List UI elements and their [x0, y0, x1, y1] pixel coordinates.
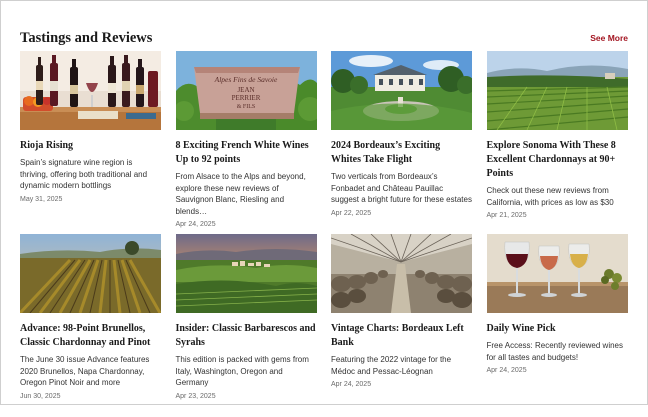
- article-title[interactable]: Daily Wine Pick: [487, 322, 628, 336]
- article-description: Spain’s signature wine region is thrivin…: [20, 158, 148, 191]
- article-title[interactable]: Insider: Classic Barbarescos and Syrahs: [176, 322, 317, 350]
- article-date: Apr 23, 2025: [175, 392, 216, 400]
- article-description: Two verticals from Bordeaux’s Fonbadet a…: [331, 172, 472, 205]
- winery-sign-image[interactable]: Alpes Fins de Savoie JEAN PERRIER & FILS: [175, 51, 317, 130]
- article-date: May 31, 2025: [20, 195, 63, 203]
- article-card[interactable]: Vintage Charts: Bordeaux Left Bank Featu…: [331, 234, 472, 417]
- article-title[interactable]: Explore Sonoma With These 8 Excellent Ch…: [487, 139, 628, 181]
- see-more-link[interactable]: See More: [590, 33, 628, 43]
- wine-bottles-table-image[interactable]: [20, 51, 161, 130]
- vineyard-sunset-image[interactable]: [20, 234, 161, 313]
- chateau-garden-image[interactable]: [331, 51, 472, 130]
- sign-text: & FILS: [236, 104, 255, 110]
- article-title[interactable]: Vintage Charts: Bordeaux Left Bank: [331, 322, 472, 350]
- barrel-cellar-image[interactable]: [331, 234, 472, 313]
- article-card[interactable]: Explore Sonoma With These 8 Excellent Ch…: [486, 51, 628, 234]
- article-card[interactable]: 2024 Bordeaux’s Exciting Whites Take Fli…: [331, 51, 472, 234]
- article-date: Apr 22, 2025: [331, 209, 372, 217]
- vineyard-hills-image[interactable]: [486, 51, 628, 130]
- article-description: Check out these new reviews from Califor…: [486, 186, 614, 207]
- article-date: Apr 24, 2025: [175, 221, 216, 229]
- wine-glasses-image[interactable]: [486, 234, 628, 313]
- sign-text: Alpes Fins de Savoie: [213, 75, 277, 84]
- article-description: The June 30 issue Advance features 2020 …: [20, 355, 150, 388]
- article-title[interactable]: 8 Exciting French White Wines Up to 92 p…: [176, 139, 317, 167]
- article-description: Featuring the 2022 vintage for the Médoc…: [331, 355, 452, 376]
- sign-text: PERRIER: [231, 94, 260, 102]
- article-description: This edition is packed with gems from It…: [175, 355, 309, 388]
- article-description: Free Access: Recently reviewed wines for…: [486, 341, 624, 362]
- article-description: From Alsace to the Alps and beyond, expl…: [175, 172, 306, 216]
- sign-text: JEAN: [237, 86, 254, 94]
- section-title: Tastings and Reviews: [20, 29, 153, 46]
- article-card[interactable]: Alpes Fins de Savoie JEAN PERRIER & FILS…: [175, 51, 317, 234]
- village-vineyards-image[interactable]: [175, 234, 317, 313]
- article-title[interactable]: 2024 Bordeaux’s Exciting Whites Take Fli…: [331, 139, 472, 167]
- article-date: Apr 24, 2025: [486, 367, 527, 375]
- article-card[interactable]: Insider: Classic Barbarescos and Syrahs …: [175, 234, 317, 417]
- article-card[interactable]: Advance: 98-Point Brunellos, Classic Cha…: [20, 234, 161, 417]
- article-date: Apr 21, 2025: [486, 212, 527, 220]
- article-title[interactable]: Advance: 98-Point Brunellos, Classic Cha…: [20, 322, 161, 350]
- article-grid: Rioja Rising Spain’s signature wine regi…: [20, 51, 628, 417]
- article-card[interactable]: Daily Wine Pick Free Access: Recently re…: [486, 234, 628, 417]
- article-card[interactable]: Rioja Rising Spain’s signature wine regi…: [20, 51, 161, 234]
- section-header: Tastings and Reviews See More: [20, 28, 628, 48]
- article-date: Jun 30, 2025: [20, 392, 61, 400]
- article-title[interactable]: Rioja Rising: [20, 139, 161, 153]
- article-date: Apr 24, 2025: [331, 381, 372, 389]
